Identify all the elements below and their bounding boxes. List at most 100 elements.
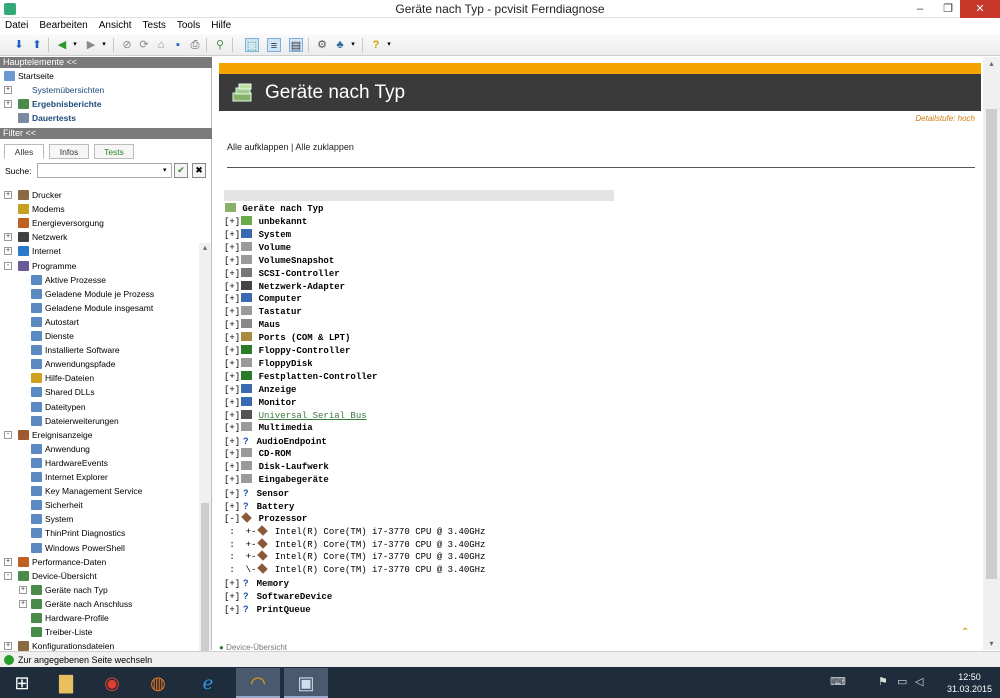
expand-toggle[interactable]: +	[4, 233, 12, 242]
tree-item[interactable]: Hardware-Profile	[19, 611, 109, 625]
device-row[interactable]: [+]? Battery	[224, 500, 294, 514]
expand-all-link[interactable]: Alle aufklappen	[227, 142, 289, 152]
scroll-down-icon[interactable]: ▾	[983, 639, 1000, 648]
tree-item[interactable]: Modems	[4, 202, 65, 216]
expand-toggle[interactable]: [+]	[224, 346, 240, 356]
home-icon[interactable]: ⌂	[154, 38, 168, 52]
expand-toggle[interactable]: [+]	[224, 423, 240, 433]
expand-toggle[interactable]: [+]	[224, 333, 240, 343]
device-row[interactable]: [+] Volume	[224, 241, 291, 255]
tree-item[interactable]: Geladene Module je Prozess	[19, 287, 154, 301]
explorer-icon[interactable]: ▇	[44, 668, 88, 698]
device-row[interactable]: [+] Tastatur	[224, 306, 302, 319]
minimize-button[interactable]: –	[906, 0, 934, 18]
expand-toggle[interactable]: [+]	[224, 605, 240, 615]
device-row[interactable]: [+] Monitor	[224, 396, 296, 410]
tree-item-dauertests[interactable]: Dauertests	[4, 111, 76, 125]
expand-toggle[interactable]: [+]	[224, 489, 240, 499]
expand-toggle[interactable]: [-]	[224, 514, 240, 524]
tree-item[interactable]: Shared DLLs	[19, 385, 95, 399]
expand-toggle[interactable]: [+]	[224, 256, 240, 266]
processor-row[interactable]: : +- Intel(R) Core(TM) i7-3770 CPU @ 3.4…	[224, 524, 485, 539]
detail-view-icon[interactable]: ▤	[289, 38, 303, 52]
device-row[interactable]: [+] CD-ROM	[224, 448, 291, 461]
expand-toggle[interactable]: [+]	[224, 372, 240, 382]
firefox-icon[interactable]: ◍	[136, 668, 180, 698]
tree-item[interactable]: - Device-Übersicht	[4, 569, 97, 583]
tree-item[interactable]: Hilfe-Dateien	[19, 371, 94, 385]
tree-item[interactable]: Windows PowerShell	[19, 541, 125, 555]
back-dropdown-icon[interactable]: ▾	[68, 38, 82, 52]
expand-toggle[interactable]: +	[19, 585, 27, 594]
tree-item[interactable]: + Geräte nach Anschluss	[19, 597, 132, 611]
close-button[interactable]: ✕	[960, 0, 1000, 18]
detail-level[interactable]: Detailstufe: hoch	[915, 114, 975, 123]
ie-icon[interactable]: ℯ	[186, 668, 230, 698]
windows-start-icon[interactable]: ⊞	[0, 668, 44, 698]
device-link[interactable]: Universal Serial Bus	[259, 411, 367, 421]
processor-row[interactable]: : \- Intel(R) Core(TM) i7-3770 CPU @ 3.4…	[224, 563, 485, 577]
device-row[interactable]: [+] FloppyDisk	[224, 357, 313, 371]
expand-toggle[interactable]: [+]	[224, 294, 240, 304]
expand-toggle[interactable]: +	[4, 557, 12, 566]
collapse-all-link[interactable]: Alle zuklappen	[295, 142, 354, 152]
expand-toggle[interactable]: : +-	[224, 527, 256, 537]
tree-item-ergebnisberichte[interactable]: + Ergebnisberichte	[4, 97, 101, 111]
left-scrollbar[interactable]: ▴ ▾	[199, 243, 211, 698]
maximize-button[interactable]: ❐	[934, 0, 962, 18]
tree-item[interactable]: Dateitypen	[19, 400, 86, 414]
expand-toggle[interactable]: [+]	[224, 359, 240, 369]
tree-item[interactable]: Dienste	[19, 329, 74, 343]
tree-item[interactable]: Dateierweiterungen	[19, 414, 119, 428]
clock[interactable]: 12:50 31.03.2015	[947, 671, 992, 695]
tree-item[interactable]: Installierte Software	[19, 343, 120, 357]
tree-item[interactable]: Key Management Service	[19, 484, 142, 498]
expand-toggle[interactable]: +	[19, 599, 27, 608]
tree-item[interactable]: System	[19, 512, 73, 526]
search-dropdown-icon[interactable]: ▾	[163, 166, 167, 174]
menu-tests[interactable]: Tests	[138, 18, 172, 31]
tree-item[interactable]: Anwendung	[19, 442, 90, 456]
expand-toggle[interactable]: +	[4, 642, 12, 651]
expand-toggle[interactable]: [+]	[224, 411, 240, 421]
expand-toggle[interactable]: [+]	[224, 230, 240, 240]
expand-toggle[interactable]: [+]	[224, 243, 240, 253]
processor-row[interactable]: : +- Intel(R) Core(TM) i7-3770 CPU @ 3.4…	[224, 550, 485, 564]
expand-toggle[interactable]: [+]	[224, 217, 240, 227]
expand-toggle[interactable]: : \-	[224, 565, 256, 575]
tree-item[interactable]: Autostart	[19, 315, 79, 329]
flag-icon[interactable]: ⚑	[878, 675, 888, 688]
refresh-icon[interactable]: ⟳	[137, 38, 151, 52]
processor-row[interactable]: : +- Intel(R) Core(TM) i7-3770 CPU @ 3.4…	[224, 537, 485, 552]
device-row[interactable]: [+] Netzwerk-Adapter	[224, 280, 345, 294]
expand-toggle[interactable]: +	[4, 86, 12, 94]
expand-toggle[interactable]: [+]	[224, 462, 240, 472]
device-row[interactable]: [+]? PrintQueue	[224, 603, 311, 617]
main-elements-header[interactable]: Hauptelemente <<	[0, 57, 212, 68]
forward-icon[interactable]: ▶	[84, 38, 98, 52]
expand-toggle[interactable]: [+]	[224, 282, 240, 292]
device-row[interactable]: [+] VolumeSnapshot	[224, 254, 334, 268]
tree-item-systemuebersichten[interactable]: + Systemübersichten	[4, 83, 104, 97]
expand-toggle[interactable]: +	[4, 100, 12, 108]
help-dropdown-icon[interactable]: ▾	[382, 38, 396, 52]
device-row[interactable]: [+] Computer	[224, 293, 302, 306]
menu-datei[interactable]: Datei	[0, 18, 34, 31]
expand-toggle[interactable]: -	[4, 430, 12, 439]
expand-toggle[interactable]: [+]	[224, 475, 240, 485]
menu-tools[interactable]: Tools	[172, 18, 206, 31]
tree-item[interactable]: Internet Explorer	[19, 470, 108, 484]
device-row[interactable]: [+]? Memory	[224, 577, 289, 591]
device-row[interactable]: [+] Universal Serial Bus	[224, 409, 367, 423]
menu-hilfe[interactable]: Hilfe	[206, 18, 237, 31]
print-icon[interactable]: ⎙	[188, 38, 202, 52]
scroll-top-icon[interactable]: ⌃	[961, 627, 969, 638]
pcvisit-taskbar-icon[interactable]: ▣	[284, 668, 328, 698]
tree-item[interactable]: Geladene Module insgesamt	[19, 301, 153, 315]
device-row[interactable]: [+] Ports (COM & LPT)	[224, 332, 350, 345]
device-row[interactable]: [+] Floppy-Controller	[224, 345, 350, 358]
tree-item[interactable]: + Drucker	[4, 188, 62, 202]
device-row[interactable]: [+] Festplatten-Controller	[224, 370, 377, 384]
tree-item[interactable]: Sicherheit	[19, 498, 83, 512]
tree-item[interactable]: Energieversorgung	[4, 216, 104, 230]
